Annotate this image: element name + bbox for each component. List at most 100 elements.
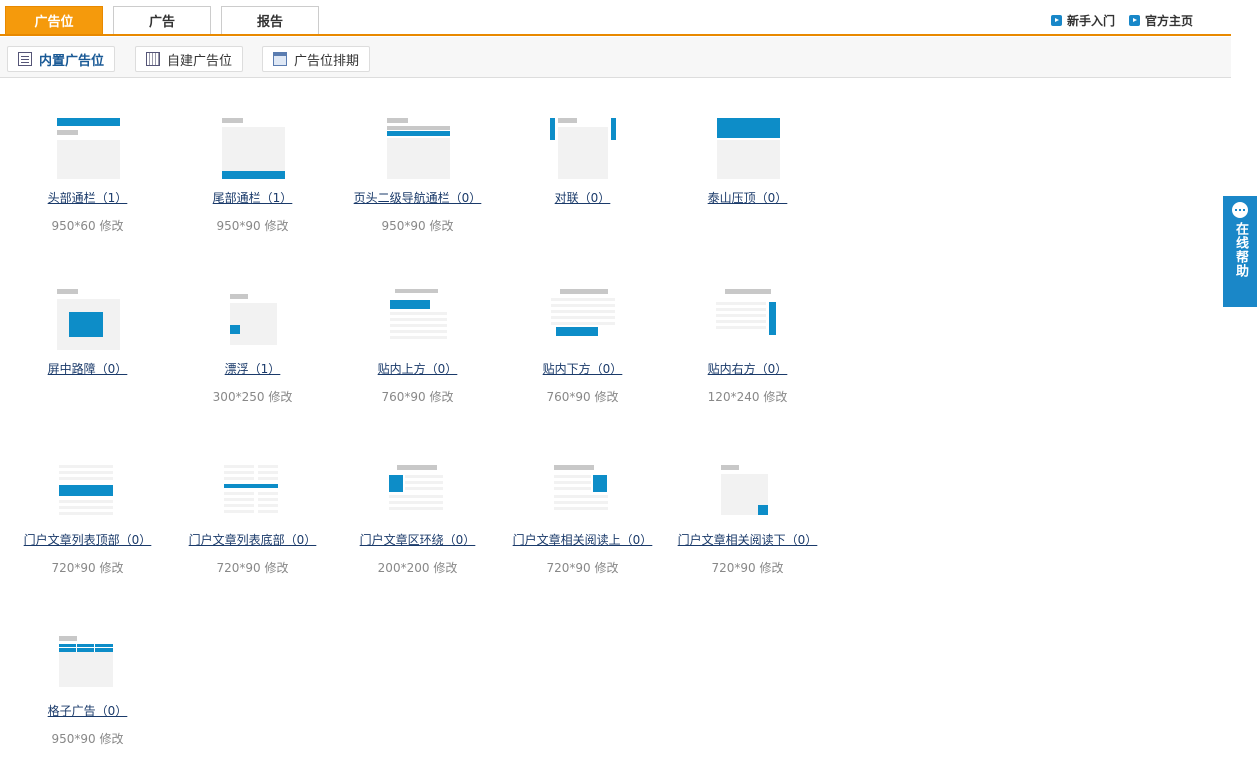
slot-meta: 720*90 修改 [170, 559, 335, 576]
online-help-tab[interactable]: 在线帮助 [1223, 196, 1257, 307]
edit-link[interactable]: 修改 [265, 219, 289, 233]
tab-ad-slots[interactable]: 广告位 [5, 6, 103, 34]
slot-name[interactable]: 泰山压顶（0） [708, 189, 788, 206]
slot-thumbnail [218, 285, 288, 351]
subtab-custom-slots[interactable]: 自建广告位 [135, 46, 244, 72]
slot-name[interactable]: 头部通栏（1） [48, 189, 128, 206]
tab-reports[interactable]: 报告 [221, 6, 319, 34]
slot-portal-article-wrap[interactable]: 门户文章区环绕（0） 200*200 修改 [335, 456, 500, 576]
slot-size: 200*200 [377, 561, 430, 575]
slot-name[interactable]: 贴内下方（0） [543, 360, 623, 377]
slot-size: 300*250 [212, 390, 265, 404]
slot-name[interactable]: 门户文章列表顶部（0） [24, 531, 152, 548]
slot-portal-list-top[interactable]: 门户文章列表顶部（0） 720*90 修改 [5, 456, 170, 576]
slot-thumbnail [218, 456, 288, 522]
slot-meta: 760*90 修改 [500, 388, 665, 405]
slot-size: 720*90 [51, 561, 96, 575]
calendar-icon [273, 52, 287, 66]
chat-bubble-icon [1232, 202, 1248, 218]
slot-name[interactable]: 格子广告（0） [48, 702, 128, 719]
slot-size: 950*60 [51, 219, 96, 233]
tab-ads[interactable]: 广告 [113, 6, 211, 34]
edit-link[interactable]: 修改 [433, 561, 457, 575]
edit-link[interactable]: 修改 [595, 390, 619, 404]
slot-thumbnail [383, 114, 453, 180]
subtab-slot-schedule-label: 广告位排期 [294, 53, 360, 69]
slot-meta: 950*90 修改 [335, 217, 500, 234]
slot-portal-related-bottom[interactable]: 门户文章相关阅读下（0） 720*90 修改 [665, 456, 830, 576]
slot-taishan-top[interactable]: 泰山压顶（0） [665, 114, 830, 206]
edit-link[interactable]: 修改 [265, 561, 289, 575]
slot-floating[interactable]: 漂浮（1） 300*250 修改 [170, 285, 335, 405]
link-official-home[interactable]: 官方主页 [1128, 12, 1193, 29]
online-help-label: 在线帮助 [1233, 222, 1248, 278]
subtab-slot-schedule[interactable]: 广告位排期 [262, 46, 371, 72]
sub-tab-bar: 内置广告位 自建广告位 广告位排期 [0, 37, 1231, 78]
edit-link[interactable]: 修改 [430, 390, 454, 404]
slot-thumbnail [713, 114, 783, 180]
top-tab-bar: 广告位 广告 报告 新手入门 官方主页 [0, 0, 1231, 36]
slot-center-roadblock[interactable]: 屏中路障（0） [5, 285, 170, 377]
slot-thumbnail [53, 285, 123, 351]
edit-link[interactable]: 修改 [760, 561, 784, 575]
subtab-custom-slots-label: 自建广告位 [167, 53, 233, 69]
slot-name[interactable]: 贴内上方（0） [378, 360, 458, 377]
edit-link[interactable]: 修改 [430, 219, 454, 233]
slot-meta: 950*90 修改 [170, 217, 335, 234]
slot-thumbnail [53, 114, 123, 180]
link-getting-started[interactable]: 新手入门 [1050, 12, 1115, 29]
slot-meta: 300*250 修改 [170, 388, 335, 405]
slot-meta: 720*90 修改 [665, 559, 830, 576]
subtab-builtin-slots-label: 内置广告位 [39, 53, 105, 69]
slot-meta: 200*200 修改 [335, 559, 500, 576]
slot-thumbnail [383, 456, 453, 522]
slot-header-banner[interactable]: 头部通栏（1） 950*60 修改 [5, 114, 170, 234]
slot-size: 720*90 [216, 561, 261, 575]
slot-size: 760*90 [381, 390, 426, 404]
slot-thumbnail [548, 456, 618, 522]
slot-footer-banner[interactable]: 尾部通栏（1） 950*90 修改 [170, 114, 335, 234]
slot-name[interactable]: 门户文章相关阅读下（0） [678, 531, 818, 548]
slot-header-subnav-banner[interactable]: 页头二级导航通栏（0） 950*90 修改 [335, 114, 500, 234]
slot-name[interactable]: 漂浮（1） [225, 360, 281, 377]
edit-link[interactable]: 修改 [100, 561, 124, 575]
slot-name[interactable]: 门户文章相关阅读上（0） [513, 531, 653, 548]
slot-post-bottom[interactable]: 贴内下方（0） 760*90 修改 [500, 285, 665, 405]
edit-link[interactable]: 修改 [100, 219, 124, 233]
grid-sheet-icon [146, 52, 160, 66]
slot-name[interactable]: 页头二级导航通栏（0） [354, 189, 482, 206]
slot-meta: 120*240 修改 [665, 388, 830, 405]
slot-thumbnail [713, 285, 783, 351]
slot-thumbnail [713, 456, 783, 522]
slot-meta: 760*90 修改 [335, 388, 500, 405]
edit-link[interactable]: 修改 [268, 390, 292, 404]
slot-post-top[interactable]: 贴内上方（0） 760*90 修改 [335, 285, 500, 405]
slot-grid-ads[interactable]: 格子广告（0） 950*90 修改 [5, 627, 170, 747]
document-list-icon [18, 52, 32, 66]
slot-size: 760*90 [546, 390, 591, 404]
slot-meta: 720*90 修改 [5, 559, 170, 576]
slot-couplet[interactable]: 对联（0） [500, 114, 665, 206]
edit-link[interactable]: 修改 [595, 561, 619, 575]
slot-name[interactable]: 门户文章列表底部（0） [189, 531, 317, 548]
slot-name[interactable]: 门户文章区环绕（0） [360, 531, 476, 548]
subtab-builtin-slots[interactable]: 内置广告位 [7, 46, 116, 72]
slot-name[interactable]: 对联（0） [555, 189, 611, 206]
slot-meta: 950*60 修改 [5, 217, 170, 234]
slot-name[interactable]: 贴内右方（0） [708, 360, 788, 377]
slot-size: 720*90 [711, 561, 756, 575]
slot-meta: 950*90 修改 [5, 730, 170, 747]
slot-size: 950*90 [51, 732, 96, 746]
slot-thumbnail [383, 285, 453, 351]
edit-link[interactable]: 修改 [100, 732, 124, 746]
slot-name[interactable]: 屏中路障（0） [48, 360, 128, 377]
slot-portal-list-bottom[interactable]: 门户文章列表底部（0） 720*90 修改 [170, 456, 335, 576]
slot-post-right[interactable]: 贴内右方（0） 120*240 修改 [665, 285, 830, 405]
edit-link[interactable]: 修改 [763, 390, 787, 404]
slot-thumbnail [548, 285, 618, 351]
slot-thumbnail [218, 114, 288, 180]
slot-name[interactable]: 尾部通栏（1） [213, 189, 293, 206]
slot-portal-related-top[interactable]: 门户文章相关阅读上（0） 720*90 修改 [500, 456, 665, 576]
tab-underline [0, 34, 1231, 36]
slot-size: 120*240 [707, 390, 760, 404]
